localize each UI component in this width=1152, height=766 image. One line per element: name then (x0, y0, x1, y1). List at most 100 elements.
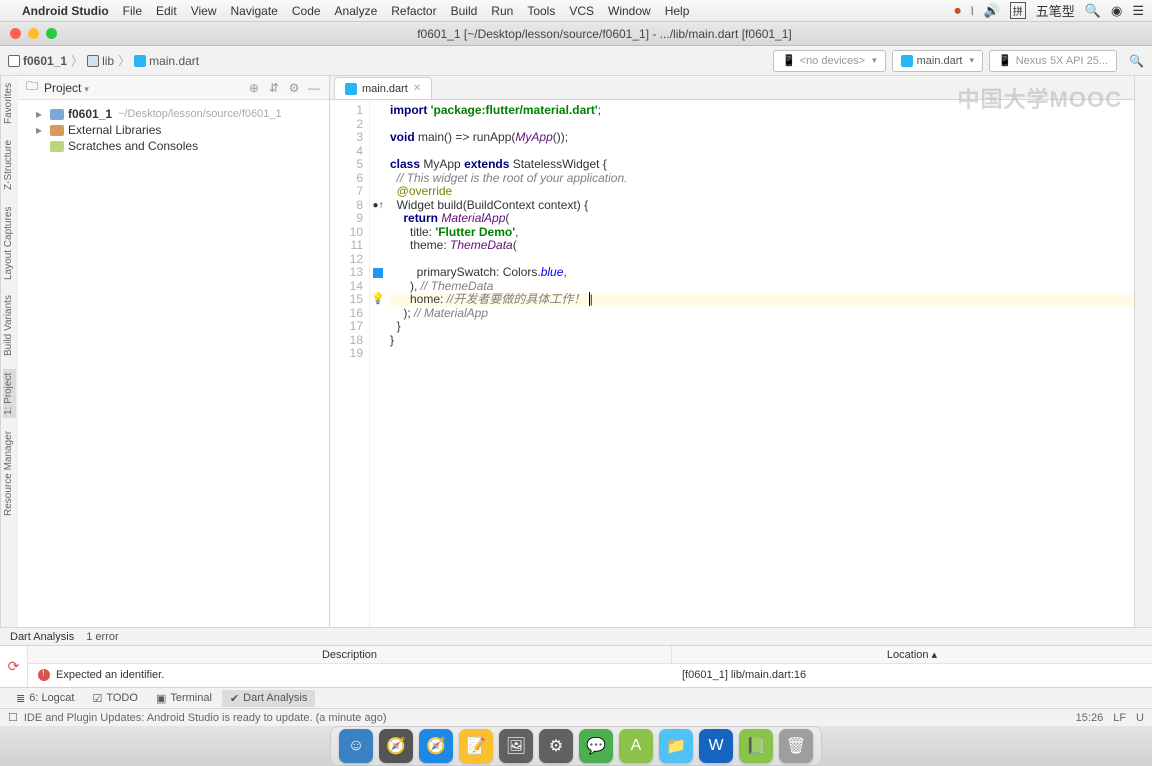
code-content[interactable]: import 'package:flutter/material.dart';v… (386, 100, 1134, 627)
phone-icon: 📱 (998, 54, 1012, 67)
breadcrumb-separator: 〉 (71, 52, 83, 69)
breadcrumb-file[interactable]: main.dart (134, 54, 199, 68)
breadcrumb-project[interactable]: f0601_1 (8, 54, 67, 68)
window-minimize-button[interactable] (28, 28, 39, 39)
close-tab-icon[interactable]: ✕ (413, 83, 421, 94)
logcat-icon: ≣ (16, 692, 25, 705)
refresh-icon[interactable]: ⟳ (8, 658, 20, 675)
window-maximize-button[interactable] (46, 28, 57, 39)
dock-app-icon[interactable]: 📝 (459, 729, 493, 763)
status-encoding[interactable]: U (1136, 712, 1144, 724)
device-selector[interactable]: 📱 <no devices> (773, 50, 886, 72)
menu-analyze[interactable]: Analyze (335, 4, 378, 18)
analysis-table-header: Description Location ▴ (28, 646, 1152, 664)
menu-navigate[interactable]: Navigate (230, 4, 277, 18)
siri-icon[interactable]: ◉ (1111, 3, 1122, 19)
right-tool-strip (1134, 76, 1152, 627)
dart-file-icon (901, 55, 913, 67)
phone-icon: 📱 (782, 54, 796, 67)
tree-external-libraries[interactable]: ▸ External Libraries (22, 122, 325, 138)
status-line-separator[interactable]: LF (1113, 712, 1126, 724)
dock-app-icon[interactable]: A (619, 729, 653, 763)
app-name[interactable]: Android Studio (22, 4, 109, 18)
toolwin-layout-captures[interactable]: Layout Captures (3, 203, 16, 282)
toolwin-structure[interactable]: Z-Structure (3, 137, 16, 193)
menu-run[interactable]: Run (491, 4, 513, 18)
gutter-marks: ●↑💡 (370, 100, 386, 627)
bottom-tool-tabs: ≣6: Logcat ☑TODO ▣Terminal ✔Dart Analysi… (0, 687, 1152, 708)
toolwin-favorites[interactable]: Favorites (3, 80, 16, 127)
toolwin-build-variants[interactable]: Build Variants (3, 293, 16, 360)
breadcrumb: f0601_1 〉 lib 〉 main.dart (8, 52, 199, 69)
menu-window[interactable]: Window (608, 4, 651, 18)
dock-app-icon[interactable]: 🧭 (379, 729, 413, 763)
menu-help[interactable]: Help (665, 4, 690, 18)
tree-scratches[interactable]: Scratches and Consoles (22, 138, 325, 154)
expand-arrow-icon[interactable]: ▸ (36, 107, 46, 121)
menubar-status-area: ⏺ ⧙ 🔊 拼 五笔型 🔍 ◉ ☰ (954, 1, 1144, 20)
project-view-title[interactable]: Project (44, 81, 89, 95)
ime-box-icon[interactable]: 拼 (1010, 2, 1026, 19)
collapse-icon[interactable]: ⇵ (267, 81, 281, 95)
dock-app-icon[interactable]: 🧭 (419, 729, 453, 763)
volume-icon[interactable]: 🔊 (984, 3, 1000, 19)
editor-tab-main[interactable]: main.dart ✕ (334, 77, 432, 99)
tab-dart-analysis[interactable]: ✔Dart Analysis (222, 690, 315, 707)
expand-arrow-icon[interactable]: ▸ (36, 123, 46, 137)
emulator-selector[interactable]: 📱 Nexus 5X API 25... (989, 50, 1117, 72)
status-caret-position[interactable]: 15:26 (1076, 712, 1104, 724)
analysis-error-row[interactable]: Expected an identifier. [f0601_1] lib/ma… (28, 664, 1152, 686)
dock-app-icon[interactable]: 📗 (739, 729, 773, 763)
dock-app-icon[interactable]: W (699, 729, 733, 763)
col-location[interactable]: Location ▴ (672, 646, 1152, 663)
input-method[interactable]: 五笔型 (1036, 1, 1075, 20)
status-notification-icon[interactable]: ☐ (8, 711, 18, 724)
menu-edit[interactable]: Edit (156, 4, 177, 18)
code-editor[interactable]: 12345678910111213141516171819 ●↑💡 import… (330, 100, 1134, 627)
dock-app-icon[interactable]: 📁 (659, 729, 693, 763)
macos-dock: ☺🧭🧭📝🖼⚙💬A📁W📗🗑 (0, 726, 1152, 766)
toolwin-project[interactable]: 1: Project (3, 370, 16, 418)
menu-code[interactable]: Code (292, 4, 321, 18)
tab-logcat[interactable]: ≣6: Logcat (8, 690, 82, 707)
menu-vcs[interactable]: VCS (569, 4, 594, 18)
tab-todo[interactable]: ☑TODO (84, 690, 145, 707)
spotlight-search-icon[interactable]: 🔍 (1085, 3, 1101, 19)
breadcrumb-folder[interactable]: lib (87, 54, 114, 68)
status-message[interactable]: IDE and Plugin Updates: Android Studio i… (24, 712, 387, 724)
menu-tools[interactable]: Tools (527, 4, 555, 18)
dock-app-icon[interactable]: ⚙ (539, 729, 573, 763)
search-icon[interactable]: 🔍 (1129, 54, 1144, 68)
dart-file-icon (345, 83, 357, 95)
tab-terminal[interactable]: ▣Terminal (148, 690, 220, 707)
project-tool-window: 🗀 Project ⊕ ⇵ ⚙ — ▸ f0601_1 ~/Desktop/le… (18, 76, 330, 627)
run-config-selector[interactable]: main.dart (892, 50, 983, 72)
dock-app-icon[interactable]: 🖼 (499, 729, 533, 763)
analysis-error-count: 1 error (86, 631, 118, 643)
tree-project-root[interactable]: ▸ f0601_1 ~/Desktop/lesson/source/f0601_… (22, 106, 325, 122)
project-tree[interactable]: ▸ f0601_1 ~/Desktop/lesson/source/f0601_… (18, 100, 329, 160)
menu-build[interactable]: Build (451, 4, 478, 18)
locate-icon[interactable]: ⊕ (247, 81, 261, 95)
dock-app-icon[interactable]: ☺ (339, 729, 373, 763)
menu-file[interactable]: File (123, 4, 142, 18)
analysis-title[interactable]: Dart Analysis (10, 631, 74, 643)
project-pane-header: 🗀 Project ⊕ ⇵ ⚙ — (18, 76, 329, 100)
window-titlebar: f0601_1 [~/Desktop/lesson/source/f0601_1… (0, 22, 1152, 46)
library-icon (50, 125, 64, 136)
record-icon[interactable]: ⏺ (954, 3, 961, 19)
analysis-header: Dart Analysis 1 error (0, 628, 1152, 646)
settings-gear-icon[interactable]: ⚙ (287, 81, 301, 95)
col-description[interactable]: Description (28, 646, 672, 663)
toolwin-resource-manager[interactable]: Resource Manager (3, 428, 16, 519)
window-close-button[interactable] (10, 28, 21, 39)
analysis-toolbar: ⟳ (0, 646, 28, 687)
menu-view[interactable]: View (191, 4, 217, 18)
menu-refactor[interactable]: Refactor (391, 4, 436, 18)
dock-app-icon[interactable]: 🗑 (779, 729, 813, 763)
hide-icon[interactable]: — (307, 81, 321, 95)
wifi-icon[interactable]: ⧙ (971, 3, 974, 19)
dock-app-icon[interactable]: 💬 (579, 729, 613, 763)
project-folder-icon (8, 55, 20, 67)
notification-center-icon[interactable]: ☰ (1132, 3, 1144, 19)
